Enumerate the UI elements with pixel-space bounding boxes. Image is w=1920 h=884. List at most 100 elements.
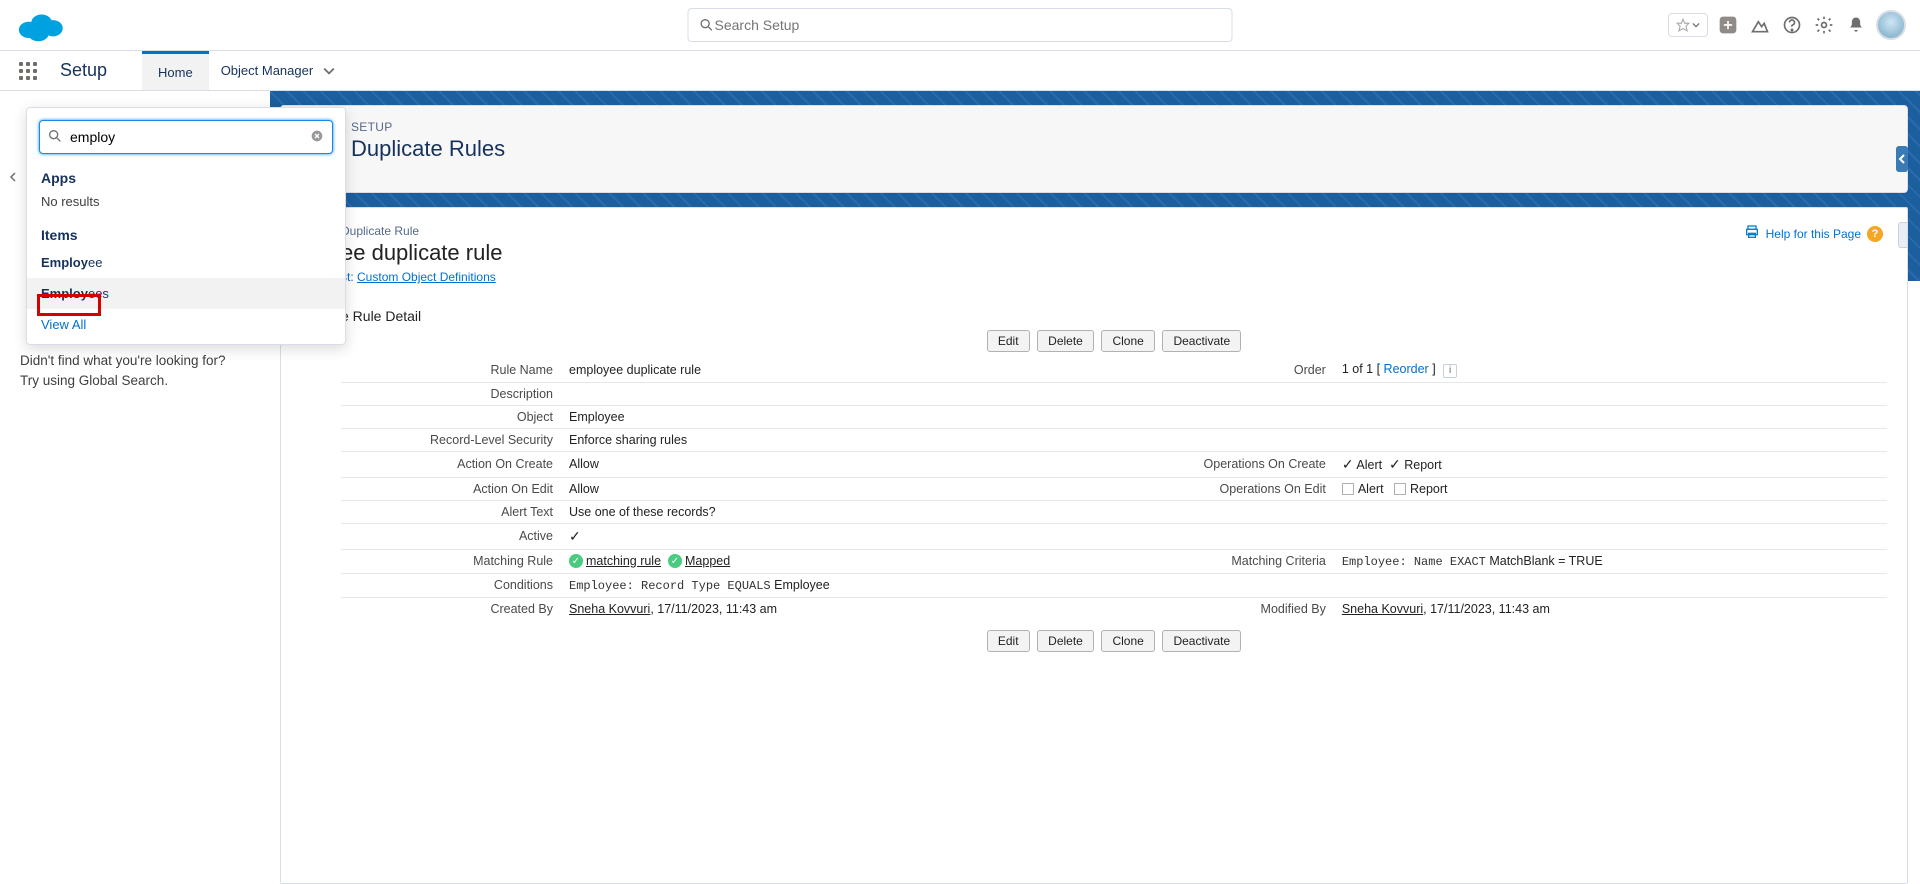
- header-actions: [1668, 10, 1906, 40]
- setup-gear-button[interactable]: [1812, 13, 1836, 37]
- qf-item-employee[interactable]: Employee: [27, 247, 345, 278]
- qf-view-all[interactable]: View All: [27, 309, 345, 340]
- printer-icon[interactable]: [1744, 224, 1760, 243]
- quick-find-input[interactable]: [39, 120, 333, 154]
- label-ops-edit: Operations On Edit: [1114, 477, 1334, 500]
- notifications-button[interactable]: [1844, 13, 1868, 37]
- check-icon: ✓: [1342, 456, 1354, 472]
- help-button[interactable]: [1780, 13, 1804, 37]
- salesforce-logo: [14, 7, 66, 43]
- chevron-down-icon: [1692, 21, 1700, 29]
- card-collapse-tab[interactable]: [1898, 222, 1908, 248]
- clear-icon[interactable]: [309, 128, 325, 147]
- label-alert-text: Alert Text: [341, 500, 561, 523]
- question-icon: [1782, 15, 1802, 35]
- info-icon[interactable]: i: [1443, 364, 1457, 378]
- value-matching-rule: matching rule Mapped: [561, 549, 1114, 573]
- label-modified-by: Modified By: [1114, 597, 1334, 620]
- value-rls: Enforce sharing rules: [561, 428, 1114, 451]
- qf-no-results: No results: [27, 190, 345, 219]
- page-title: Duplicate Rules: [351, 136, 1887, 162]
- trailhead-icon: [1750, 15, 1770, 35]
- value-modified-by: Sneha Kovvuri, 17/11/2023, 11:43 am: [1334, 597, 1887, 620]
- value-ops-create: ✓ Alert ✓ Report: [1334, 451, 1887, 477]
- label-action-edit: Action On Edit: [341, 477, 561, 500]
- tab-home-label: Home: [158, 65, 193, 80]
- value-action-edit: Allow: [561, 477, 1114, 500]
- checkbox-unchecked: [1342, 483, 1354, 495]
- label-description: Description: [341, 382, 561, 405]
- app-launcher-icon: [19, 62, 37, 80]
- label-active: Active: [341, 523, 561, 549]
- right-side-tab[interactable]: [1896, 146, 1908, 175]
- delete-button[interactable]: Delete: [1037, 330, 1094, 352]
- app-launcher[interactable]: [0, 51, 56, 90]
- value-action-create: Allow: [561, 451, 1114, 477]
- label-matching-rule: Matching Rule: [341, 549, 561, 573]
- check-icon: ✓: [569, 528, 581, 544]
- value-rule-name: employee duplicate rule: [561, 358, 1114, 382]
- add-button[interactable]: [1716, 13, 1740, 37]
- search-icon: [47, 128, 63, 147]
- app-name: Setup: [56, 51, 142, 90]
- tab-object-manager[interactable]: Object Manager: [209, 51, 348, 90]
- qf-item-employees[interactable]: Employees: [27, 278, 345, 309]
- clone-button[interactable]: Clone: [1101, 630, 1154, 652]
- tab-object-manager-label: Object Manager: [221, 63, 314, 78]
- value-object: Employee: [561, 405, 1114, 428]
- record-type-crumb: Duplicate Rule: [341, 224, 1887, 238]
- reorder-link[interactable]: Reorder: [1384, 362, 1429, 376]
- page-breadcrumb: SETUP: [351, 120, 1887, 134]
- created-by-user-link[interactable]: Sneha Kovvuri: [569, 602, 650, 616]
- quick-find-search: [39, 120, 333, 154]
- value-active: ✓: [561, 523, 1114, 549]
- matching-rule-link[interactable]: matching rule: [586, 554, 661, 568]
- global-search[interactable]: [688, 8, 1233, 42]
- qf-heading-apps: Apps: [27, 162, 345, 190]
- search-icon: [699, 17, 715, 33]
- sidebar-no-match-help: Didn't find what you're looking for? Try…: [20, 351, 250, 392]
- stage: Didn't find what you're looking for? Try…: [0, 91, 1920, 884]
- favorites-button[interactable]: [1668, 13, 1708, 37]
- mapped-link[interactable]: Mapped: [685, 554, 730, 568]
- user-avatar[interactable]: [1876, 10, 1906, 40]
- checkbox-unchecked: [1394, 483, 1406, 495]
- delete-button[interactable]: Delete: [1037, 630, 1094, 652]
- edit-button[interactable]: Edit: [987, 330, 1030, 352]
- label-ops-create: Operations On Create: [1114, 451, 1334, 477]
- detail-table: Rule Name employee duplicate rule Order …: [341, 358, 1887, 620]
- value-created-by: Sneha Kovvuri, 17/11/2023, 11:43 am: [561, 597, 1114, 620]
- record-title: ee duplicate rule: [341, 240, 1887, 266]
- trailhead-button[interactable]: [1748, 13, 1772, 37]
- modified-by-user-link[interactable]: Sneha Kovvuri: [1342, 602, 1423, 616]
- value-alert-text: Use one of these records?: [561, 500, 1114, 523]
- no-match-line1: Didn't find what you're looking for?: [20, 351, 250, 371]
- check-icon: ✓: [1389, 456, 1401, 472]
- top-button-row: Edit Delete Clone Deactivate: [341, 330, 1887, 352]
- sidebar-collapse-toggle[interactable]: [8, 171, 18, 185]
- gear-icon: [1814, 15, 1834, 35]
- detail-section-title: e Rule Detail: [341, 308, 1887, 324]
- no-match-line2: Try using Global Search.: [20, 371, 250, 391]
- plus-icon: [1718, 15, 1738, 35]
- deactivate-button[interactable]: Deactivate: [1162, 330, 1241, 352]
- deactivate-button[interactable]: Deactivate: [1162, 630, 1241, 652]
- label-object: Object: [341, 405, 561, 428]
- value-description: [561, 382, 1114, 405]
- tab-home[interactable]: Home: [142, 51, 209, 90]
- clone-button[interactable]: Clone: [1101, 330, 1154, 352]
- content-card: Help for this Page ? Duplicate Rule ee d…: [280, 207, 1908, 884]
- page-header: SETUP Duplicate Rules: [280, 105, 1908, 193]
- value-conditions: Employee: Record Type EQUALS Employee: [561, 573, 1114, 597]
- edit-button[interactable]: Edit: [987, 630, 1030, 652]
- value-ops-edit: Alert Report: [1334, 477, 1887, 500]
- value-order: 1 of 1 [ Reorder ] i: [1334, 358, 1887, 382]
- status-ok-icon: [569, 554, 583, 568]
- label-created-by: Created By: [341, 597, 561, 620]
- label-action-create: Action On Create: [341, 451, 561, 477]
- global-search-input[interactable]: [715, 17, 1222, 33]
- help-for-page-link[interactable]: Help for this Page: [1766, 227, 1861, 241]
- help-icon[interactable]: ?: [1867, 226, 1883, 242]
- back-to-list-link[interactable]: Custom Object Definitions: [357, 270, 496, 284]
- star-icon: [1676, 18, 1690, 32]
